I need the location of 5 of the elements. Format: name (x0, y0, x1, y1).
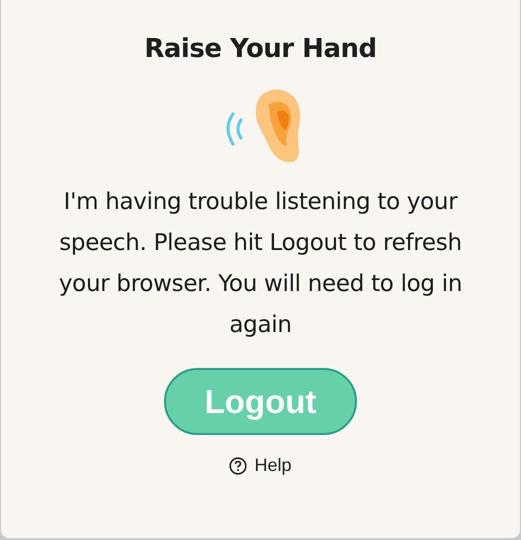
help-link[interactable]: Help (229, 455, 292, 476)
message-text: I'm having trouble listening to your speech. Please hit Logout to refresh your browser. You will need to log in again (58, 188, 464, 340)
dialog-title: Raise Your Hand (144, 34, 377, 64)
help-label[interactable]: Help (254, 455, 292, 476)
help-icon (229, 456, 248, 474)
